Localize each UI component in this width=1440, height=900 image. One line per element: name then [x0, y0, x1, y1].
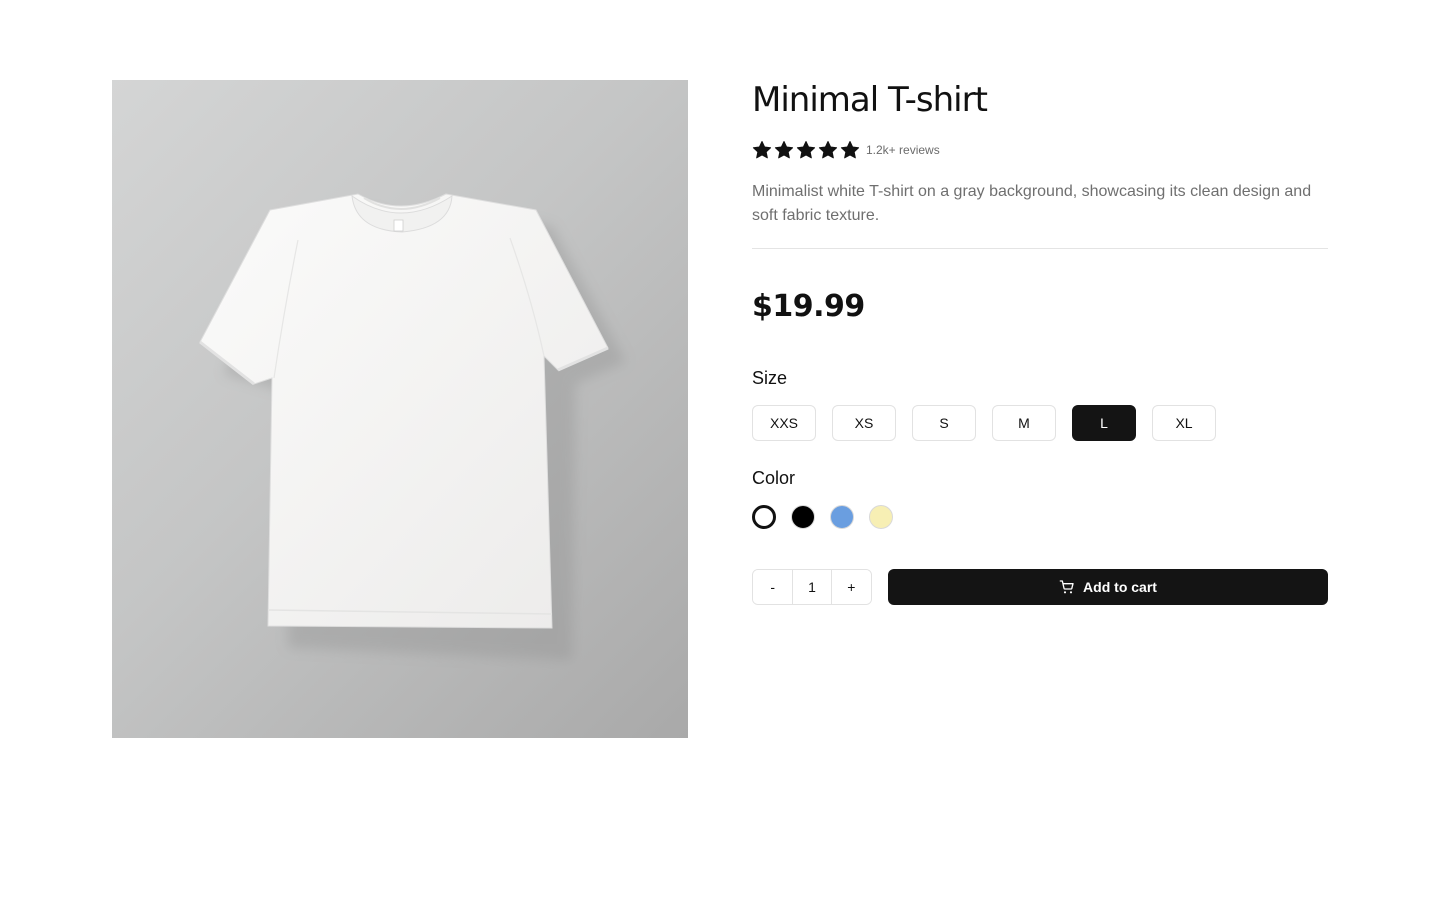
- quantity-decrement-button[interactable]: -: [753, 570, 793, 604]
- color-swatch-black[interactable]: [791, 505, 815, 529]
- color-swatch-blue[interactable]: [830, 505, 854, 529]
- star-icon: [774, 141, 794, 159]
- star-icon: [796, 141, 816, 159]
- size-option-s[interactable]: S: [912, 405, 976, 441]
- tshirt-illustration: [199, 193, 626, 660]
- size-options: XXS XS S M L XL: [752, 405, 1328, 441]
- purchase-row: - 1 + Add to cart: [752, 569, 1328, 605]
- quantity-increment-button[interactable]: +: [831, 570, 871, 604]
- rating: 1.2k+ reviews: [752, 139, 1328, 161]
- size-option-xxs[interactable]: XXS: [752, 405, 816, 441]
- product-image: [112, 80, 688, 738]
- size-option-xs[interactable]: XS: [832, 405, 896, 441]
- size-option-xl[interactable]: XL: [1152, 405, 1216, 441]
- quantity-value[interactable]: 1: [792, 570, 832, 604]
- product-title: Minimal T-shirt: [752, 80, 988, 120]
- star-icon: [818, 141, 838, 159]
- color-options: [752, 505, 1328, 529]
- add-to-cart-button[interactable]: Add to cart: [888, 569, 1328, 605]
- size-option-l[interactable]: L: [1072, 405, 1136, 441]
- size-label: Size: [752, 368, 788, 388]
- color-label: Color: [752, 468, 796, 488]
- star-icon: [752, 141, 772, 159]
- add-to-cart-label: Add to cart: [1083, 579, 1157, 595]
- product-description: Minimalist white T-shirt on a gray backg…: [752, 183, 1312, 224]
- quantity-stepper: - 1 +: [752, 569, 872, 605]
- color-swatch-white[interactable]: [752, 505, 776, 529]
- cart-icon: [1059, 580, 1074, 594]
- product-details: Minimal T-shirt 1.2k+ reviews Minimalist…: [752, 80, 1328, 605]
- divider: [752, 248, 1328, 249]
- star-rating: [752, 140, 860, 160]
- reviews-count[interactable]: 1.2k+ reviews: [866, 143, 940, 157]
- product-page: Minimal T-shirt 1.2k+ reviews Minimalist…: [0, 0, 1440, 900]
- size-option-m[interactable]: M: [992, 405, 1056, 441]
- star-icon: [840, 141, 860, 159]
- color-swatch-yellow[interactable]: [869, 505, 893, 529]
- product-price: $19.99: [752, 289, 865, 324]
